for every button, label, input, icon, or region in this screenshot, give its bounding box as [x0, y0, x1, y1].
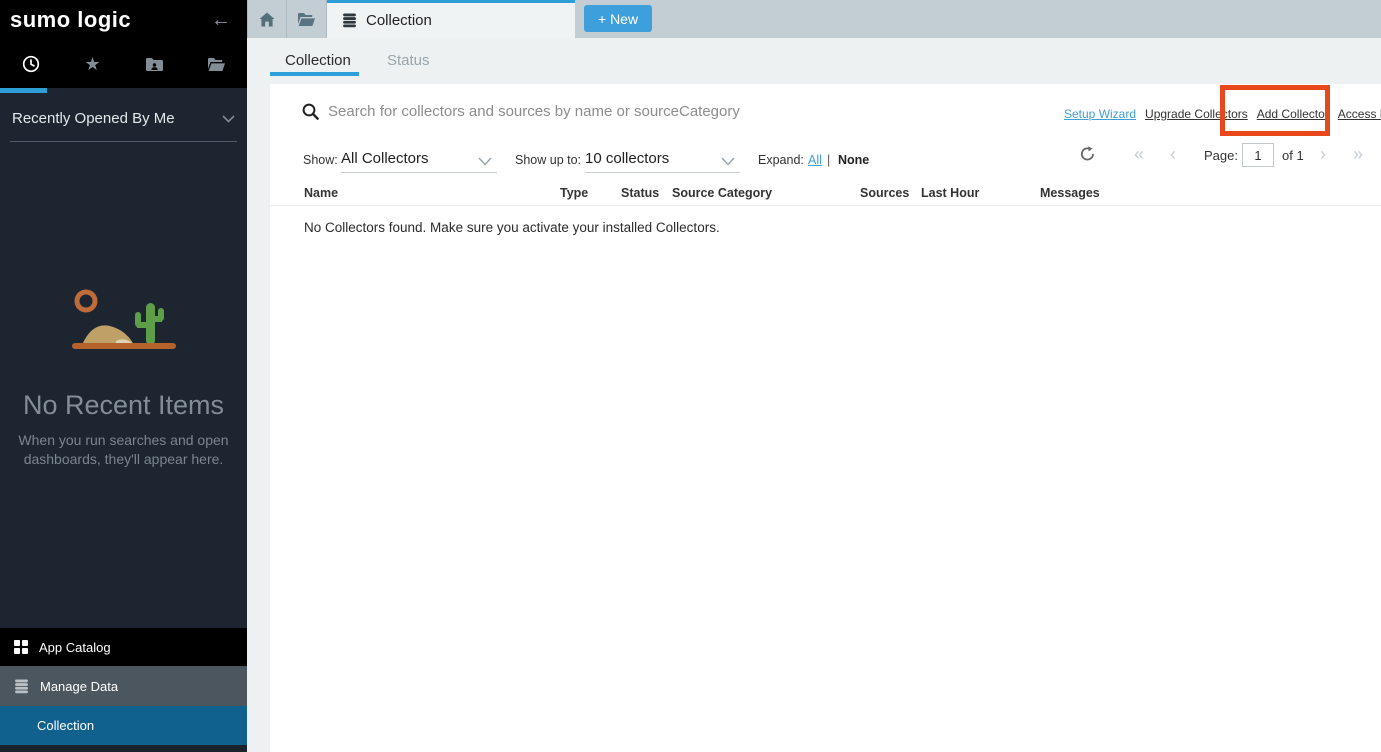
recent-items-selector[interactable]: Recently Opened By Me: [10, 110, 237, 142]
open-folder-icon: [297, 12, 316, 27]
show-filter-label: Show:: [303, 153, 338, 167]
page-number-input[interactable]: [1242, 143, 1274, 167]
access-keys-link[interactable]: Access Keys: [1338, 107, 1381, 121]
subtab-status[interactable]: Status: [387, 52, 430, 69]
star-icon: ★: [85, 55, 101, 73]
table-header-divider: [270, 205, 1381, 206]
subtab-row: Collection Status: [247, 38, 1381, 84]
collection-label: Collection: [37, 718, 94, 733]
page-of-label: of 1: [1282, 148, 1304, 163]
active-subtab-underline: [270, 72, 359, 76]
database-icon: [14, 679, 29, 694]
tab-collection[interactable]: Collection: [327, 0, 575, 38]
sidebar-item-collection[interactable]: Collection: [0, 706, 247, 745]
show-filter-select[interactable]: All Collectors: [341, 150, 429, 167]
home-icon: [259, 12, 275, 27]
column-header-messages[interactable]: Messages: [1040, 186, 1100, 200]
search-icon: [302, 103, 319, 125]
chevron-down-icon[interactable]: [478, 155, 492, 169]
sidebar-bottom-strip: [0, 745, 247, 752]
folder-icon: [207, 57, 226, 72]
home-button[interactable]: [247, 0, 287, 38]
show-filter-underline: [341, 172, 497, 173]
active-nav-indicator: [0, 88, 47, 93]
add-collector-link[interactable]: Add Collector: [1257, 107, 1329, 121]
expand-label: Expand:: [758, 153, 804, 167]
empty-collectors-message: No Collectors found. Make sure you activ…: [304, 220, 720, 235]
sidebar-icon-nav: ★: [0, 40, 247, 88]
column-header-status[interactable]: Status: [621, 186, 659, 200]
sidebar-item-recents[interactable]: [0, 40, 62, 88]
logo-bar: sumo logic ←: [0, 0, 247, 40]
desert-illustration: [54, 285, 194, 357]
tab-collection-label: Collection: [366, 12, 432, 29]
no-recent-items-description: When you run searches and open dashboard…: [18, 431, 229, 469]
shared-folder-icon: [145, 57, 164, 72]
search-input[interactable]: [328, 97, 948, 125]
sidebar-item-personal-folders[interactable]: [185, 40, 247, 88]
chevron-down-icon: [222, 115, 235, 123]
last-page-button[interactable]: »: [1353, 144, 1363, 166]
sumo-logic-logo: sumo logic: [10, 7, 131, 33]
sidebar-item-favorites[interactable]: ★: [62, 40, 124, 88]
expand-separator: |: [827, 153, 830, 167]
main-area: Collection + New Collection Status Setup…: [247, 0, 1381, 752]
recent-items-selector-label: Recently Opened By Me: [12, 110, 175, 127]
column-header-last-hour[interactable]: Last Hour: [921, 186, 979, 200]
column-header-source-category[interactable]: Source Category: [672, 186, 772, 200]
subtab-collection[interactable]: Collection: [285, 52, 351, 69]
first-page-button[interactable]: «: [1134, 144, 1144, 166]
app-catalog-label: App Catalog: [39, 640, 111, 655]
sidebar: sumo logic ← ★ Recently O: [0, 0, 247, 752]
show-up-to-select[interactable]: 10 collectors: [585, 150, 669, 167]
no-recent-items-title: No Recent Items: [0, 390, 247, 421]
collectors-table-header: Name Type Status Source Category Sources…: [270, 182, 1381, 206]
search-row: Setup Wizard Upgrade Collectors Add Coll…: [270, 84, 1381, 140]
show-up-to-underline: [585, 172, 740, 173]
collection-panel: Setup Wizard Upgrade Collectors Add Coll…: [270, 84, 1381, 752]
show-up-to-label: Show up to:: [515, 153, 581, 167]
page-label: Page:: [1204, 148, 1238, 163]
collapse-sidebar-icon[interactable]: ←: [211, 9, 231, 32]
sidebar-item-app-catalog[interactable]: App Catalog: [0, 628, 247, 666]
new-button[interactable]: + New: [584, 5, 652, 32]
upgrade-collectors-link[interactable]: Upgrade Collectors: [1145, 107, 1248, 121]
column-header-sources[interactable]: Sources: [860, 186, 909, 200]
sidebar-bottom-menu: App Catalog Manage Data Collection: [0, 628, 247, 752]
prev-page-button[interactable]: ‹: [1170, 144, 1176, 166]
sidebar-item-shared-folders[interactable]: [124, 40, 186, 88]
manage-data-label: Manage Data: [40, 679, 118, 694]
sidebar-item-manage-data[interactable]: Manage Data: [0, 666, 247, 706]
database-icon: [342, 13, 357, 28]
expand-none-link[interactable]: None: [838, 153, 869, 167]
refresh-button[interactable]: [1080, 146, 1095, 167]
refresh-icon: [1080, 146, 1095, 162]
top-tab-strip: Collection + New: [247, 0, 1381, 38]
setup-wizard-link[interactable]: Setup Wizard: [1064, 107, 1136, 121]
next-page-button[interactable]: ›: [1320, 144, 1326, 166]
library-button[interactable]: [287, 0, 327, 38]
grid-icon: [14, 640, 28, 654]
chevron-down-icon[interactable]: [721, 155, 735, 169]
column-header-name[interactable]: Name: [304, 186, 338, 200]
clock-icon: [22, 55, 40, 73]
expand-all-link[interactable]: All: [808, 153, 822, 167]
toolbar-links: Setup Wizard Upgrade Collectors Add Coll…: [1064, 107, 1381, 121]
sidebar-empty-state: No Recent Items When you run searches an…: [0, 285, 247, 469]
column-header-type[interactable]: Type: [560, 186, 588, 200]
